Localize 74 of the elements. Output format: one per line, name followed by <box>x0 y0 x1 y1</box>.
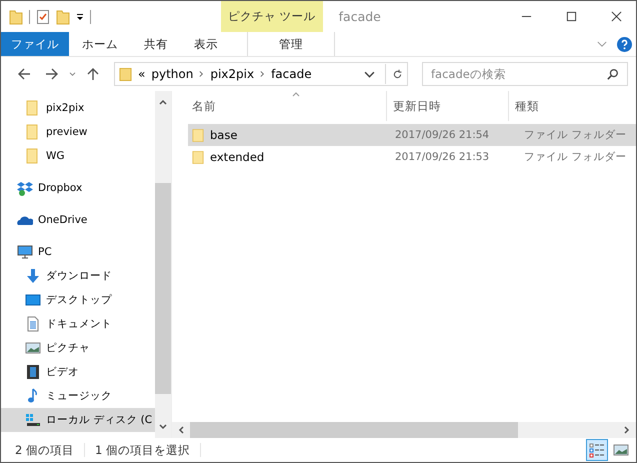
back-icon[interactable] <box>17 67 31 81</box>
sidebar-item[interactable]: ローカル ディスク (C <box>1 408 155 432</box>
window-title: facade <box>338 8 382 26</box>
ribbon-tab[interactable]: 管理 <box>247 32 335 56</box>
search-icon <box>607 68 619 80</box>
ribbon-tab[interactable]: ファイル <box>1 32 69 56</box>
dropbox-icon <box>17 180 33 196</box>
horizontal-scrollbar[interactable] <box>172 422 636 438</box>
ribbon-tab[interactable]: 表示 <box>181 32 231 56</box>
selection-count: 1 個の項目を選択 <box>94 442 190 458</box>
sidebar-item[interactable]: Dropbox <box>1 176 155 200</box>
scroll-left-icon[interactable] <box>178 426 184 434</box>
file-row[interactable]: extended 2017/09/26 21:53 ファイル フォルダー <box>188 146 636 168</box>
help-icon[interactable] <box>617 36 632 52</box>
close-icon[interactable] <box>611 11 622 22</box>
breadcrumb[interactable]: pix2pix <box>210 67 254 81</box>
sidebar-item[interactable]: ビデオ <box>1 360 155 384</box>
breadcrumb[interactable]: python <box>151 67 194 81</box>
properties-icon[interactable] <box>36 8 50 24</box>
breadcrumb[interactable]: facade <box>271 67 312 81</box>
folder-icon <box>192 150 204 164</box>
column-header[interactable]: 更新日時 <box>386 91 508 121</box>
ribbon-tab[interactable]: ホーム <box>69 32 131 56</box>
folder-icon <box>119 66 132 82</box>
document-icon <box>25 316 41 332</box>
picture-icon <box>25 340 41 356</box>
modified-date: 2017/09/26 21:54 <box>395 129 490 141</box>
maximize-icon[interactable] <box>566 11 577 22</box>
breadcrumb-overflow[interactable]: « <box>138 67 146 81</box>
ribbon-tab[interactable]: 共有 <box>131 32 181 56</box>
sidebar-item[interactable]: デスクトップ <box>1 288 155 312</box>
file-type: ファイル フォルダー <box>524 150 626 164</box>
refresh-icon[interactable] <box>392 68 403 80</box>
item-count: 2 個の項目 <box>15 442 74 458</box>
picture-icon <box>613 442 629 458</box>
modified-date: 2017/09/26 21:53 <box>395 151 490 163</box>
chevron-icon[interactable] <box>199 70 204 78</box>
scroll-up-icon[interactable] <box>159 99 167 105</box>
desktop-icon <box>25 292 41 308</box>
sidebar-item[interactable]: preview <box>1 120 155 144</box>
folder-icon <box>192 128 204 142</box>
recent-dropdown-icon[interactable] <box>69 72 76 76</box>
sort-ascending-icon <box>292 92 300 97</box>
context-tab-header: ピクチャ ツール <box>221 1 323 32</box>
sidebar-item[interactable]: WG <box>1 144 155 168</box>
file-name: extended <box>210 150 264 164</box>
scroll-right-icon[interactable] <box>624 426 630 434</box>
scrollbar[interactable] <box>155 91 171 438</box>
sidebar-item[interactable]: ダウンロード <box>1 264 155 288</box>
file-name: base <box>210 128 238 142</box>
details-view-icon <box>589 442 605 458</box>
address-bar[interactable]: « python pix2pix facade <box>114 62 408 86</box>
forward-icon[interactable] <box>45 67 59 81</box>
search-field[interactable]: facadeの検索 <box>422 62 628 86</box>
sidebar-item[interactable]: ミュージック <box>1 384 155 408</box>
column-header[interactable]: 名前 <box>190 91 386 121</box>
chevron-icon[interactable] <box>260 70 266 78</box>
dropdown-icon[interactable] <box>76 12 84 22</box>
drive-icon <box>25 412 41 428</box>
column-header[interactable]: 種類 <box>508 91 636 121</box>
expand-ribbon-icon[interactable] <box>597 40 607 48</box>
sidebar-item[interactable]: OneDrive <box>1 208 155 232</box>
details-view-button[interactable] <box>586 439 608 461</box>
sidebar-item[interactable]: ドキュメント <box>1 312 155 336</box>
sidebar-item[interactable]: pix2pix <box>1 96 155 120</box>
sidebar-item[interactable]: ピクチャ <box>1 336 155 360</box>
download-icon <box>25 268 41 284</box>
monitor-icon <box>17 244 33 260</box>
sidebar-item[interactable]: PC <box>1 240 155 264</box>
scroll-down-icon[interactable] <box>159 424 167 430</box>
up-icon[interactable] <box>86 67 100 81</box>
file-type: ファイル フォルダー <box>524 128 626 142</box>
film-icon <box>25 364 41 380</box>
file-row[interactable]: base 2017/09/26 21:54 ファイル フォルダー <box>188 124 636 146</box>
